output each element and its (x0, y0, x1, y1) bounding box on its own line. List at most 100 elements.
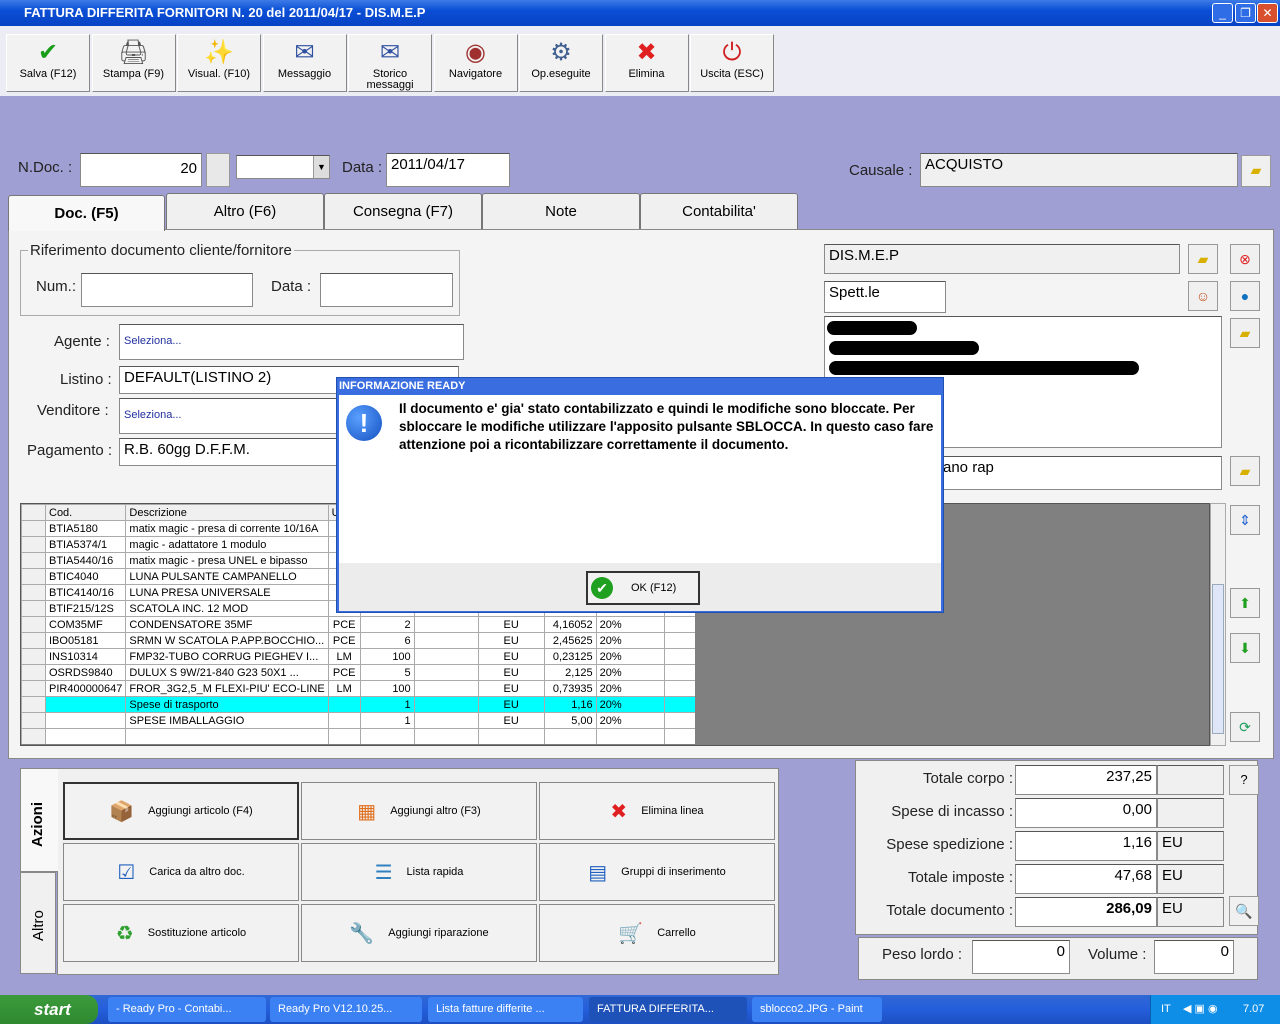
contact-icon[interactable]: ☺ (1188, 281, 1218, 311)
table-cell[interactable]: 73,94 (663, 680, 695, 697)
toolbar-button-check[interactable]: ✔ Salva (F12) (6, 34, 90, 92)
table-cell[interactable]: EU (477, 712, 545, 729)
row-selector[interactable] (21, 552, 46, 569)
table-cell[interactable] (413, 712, 479, 729)
table-cell[interactable]: Spese di trasporto (125, 696, 329, 713)
table-cell[interactable] (125, 728, 329, 744)
row-selector[interactable] (21, 600, 46, 617)
tab-0[interactable]: Doc. (F5) (8, 195, 165, 231)
toolbar-button-magic-wand[interactable]: ✨ Visual. (F10) (177, 34, 261, 92)
table-cell[interactable]: BTIA5440/16 (44, 552, 127, 569)
table-row[interactable]: COM35MF CONDENSATORE 35MF PCE 2 EU 4,16052 20%… (21, 616, 695, 633)
refresh-icon[interactable]: ⟳ (1230, 712, 1260, 742)
table-cell[interactable] (327, 696, 361, 713)
toolbar-button-gears[interactable]: ⚙ Op.eseguite (519, 34, 603, 92)
ndoc-field[interactable]: 20 (80, 153, 202, 187)
folder-icon[interactable]: ▰ (1241, 155, 1271, 187)
table-cell[interactable]: EU (477, 696, 545, 713)
action-button-7[interactable]: 🔧 Aggiungi riparazione (301, 904, 537, 962)
table-cell[interactable] (359, 728, 415, 744)
minimize-button[interactable]: _ (1212, 3, 1233, 23)
table-cell[interactable]: 4,16052 (543, 616, 597, 633)
table-cell[interactable]: EU (477, 648, 545, 665)
folder-icon[interactable]: ▰ (1230, 318, 1260, 348)
table-cell[interactable]: LM (327, 680, 361, 697)
table-cell[interactable] (477, 728, 545, 744)
table-cell[interactable]: PCE (327, 664, 361, 681)
tab-altro-side[interactable]: Altro (20, 872, 56, 974)
toolbar-button-envelope-pen[interactable]: ✉ Messaggio (262, 34, 347, 92)
table-cell[interactable] (327, 728, 361, 744)
table-cell[interactable] (543, 728, 597, 744)
column-header[interactable]: Descrizione (125, 504, 329, 521)
peso-field[interactable]: 0 (972, 940, 1070, 974)
table-cell[interactable]: BTIA5374/1 (44, 536, 127, 553)
table-row[interactable]: PIR400000647 FROR_3G2,5_M FLEXI-PIU' ECO-… (21, 680, 695, 697)
table-cell[interactable]: EU (477, 664, 545, 681)
table-cell[interactable]: EU (477, 616, 545, 633)
table-cell[interactable]: LUNA PRESA UNIVERSALE (125, 584, 329, 601)
table-cell[interactable]: BTIF215/12S (44, 600, 127, 617)
table-cell[interactable]: 5,00 (543, 712, 597, 729)
table-cell[interactable] (413, 680, 479, 697)
table-cell[interactable]: 1 (359, 696, 415, 713)
table-cell[interactable]: LM (327, 648, 361, 665)
table-cell[interactable]: 0,73935 (543, 680, 597, 697)
action-button-6[interactable]: ♻ Sostituzione articolo (63, 904, 299, 962)
date-field[interactable]: 2011/04/17 (386, 153, 510, 187)
arrow-up-icon[interactable]: ⬆ (1230, 588, 1260, 618)
maximize-button[interactable]: ❐ (1235, 3, 1256, 23)
action-button-1[interactable]: ▦ Aggiungi altro (F3) (301, 782, 537, 840)
table-cell[interactable] (44, 696, 127, 713)
table-row[interactable]: OSRDS9840 DULUX S 9W/21-840 G23 50X1 ... P… (21, 664, 695, 681)
globe-icon[interactable]: ● (1230, 281, 1260, 311)
total-value[interactable]: 286,09 (1015, 897, 1157, 927)
table-cell[interactable]: 23,13 (663, 648, 695, 665)
series-dropdown[interactable]: ▼ (236, 155, 330, 179)
table-cell[interactable]: PIR400000647 (44, 680, 127, 697)
total-value[interactable]: 1,16 (1015, 831, 1157, 861)
chevron-down-icon[interactable]: ▼ (313, 156, 329, 178)
toolbar-button-delete-x[interactable]: ✖ Elimina (604, 34, 689, 92)
table-cell[interactable] (413, 728, 479, 744)
table-cell[interactable]: 2,125 (543, 664, 597, 681)
table-cell[interactable]: 20% (595, 680, 665, 697)
table-cell[interactable] (44, 728, 127, 744)
row-selector[interactable] (21, 520, 46, 537)
table-cell[interactable]: SRMN W SCATOLA P.APP.BOCCHIO... (125, 632, 329, 649)
table-cell[interactable]: FMP32-TUBO CORRUG PIEGHEV I... (125, 648, 329, 665)
table-row[interactable]: SPESE IMBALLAGGIO1EU5,0020%5,00 (21, 712, 695, 729)
table-row[interactable]: INS10314 FMP32-TUBO CORRUG PIEGHEV I... LM… (21, 648, 695, 665)
table-cell[interactable]: 5 (359, 664, 415, 681)
table-cell[interactable]: IBO05181 (44, 632, 127, 649)
column-header[interactable]: Cod. (44, 504, 127, 521)
action-button-8[interactable]: 🛒 Carrello (539, 904, 775, 962)
salutation-field[interactable]: Spett.le (824, 281, 946, 313)
row-selector[interactable] (21, 568, 46, 585)
toolbar-button-message-history[interactable]: ✉ Storico messaggi (348, 34, 432, 92)
table-cell[interactable]: 20% (595, 696, 665, 713)
table-cell[interactable] (413, 664, 479, 681)
table-cell[interactable]: EU (477, 632, 545, 649)
table-cell[interactable]: LUNA PULSANTE CAMPANELLO (125, 568, 329, 585)
table-cell[interactable]: magic - adattatore 1 modulo (125, 536, 329, 553)
table-cell[interactable]: 20% (595, 632, 665, 649)
table-cell[interactable]: FROR_3G2,5_M FLEXI-PIU' ECO-LINE (125, 680, 329, 697)
table-cell[interactable] (327, 712, 361, 729)
row-selector[interactable] (21, 696, 46, 713)
table-cell[interactable]: BTIC4040 (44, 568, 127, 585)
taskbar-item-3[interactable]: FATTURA DIFFERITA... (589, 997, 747, 1022)
remove-icon[interactable]: ⊗ (1230, 244, 1260, 274)
row-selector[interactable] (21, 712, 46, 729)
agente-field[interactable]: Seleziona... (119, 324, 464, 360)
causale-field[interactable]: ACQUISTO (920, 153, 1238, 187)
table-cell[interactable]: OSRDS9840 (44, 664, 127, 681)
tab-3[interactable]: Note (482, 193, 640, 229)
table-cell[interactable]: 20% (595, 616, 665, 633)
table-row[interactable] (21, 728, 695, 744)
row-selector[interactable] (21, 536, 46, 553)
table-cell[interactable]: 1 (359, 712, 415, 729)
ndoc-suffix-button[interactable] (206, 153, 230, 187)
table-cell[interactable]: 5,00 (663, 712, 695, 729)
scrollbar-thumb[interactable] (1212, 584, 1224, 734)
